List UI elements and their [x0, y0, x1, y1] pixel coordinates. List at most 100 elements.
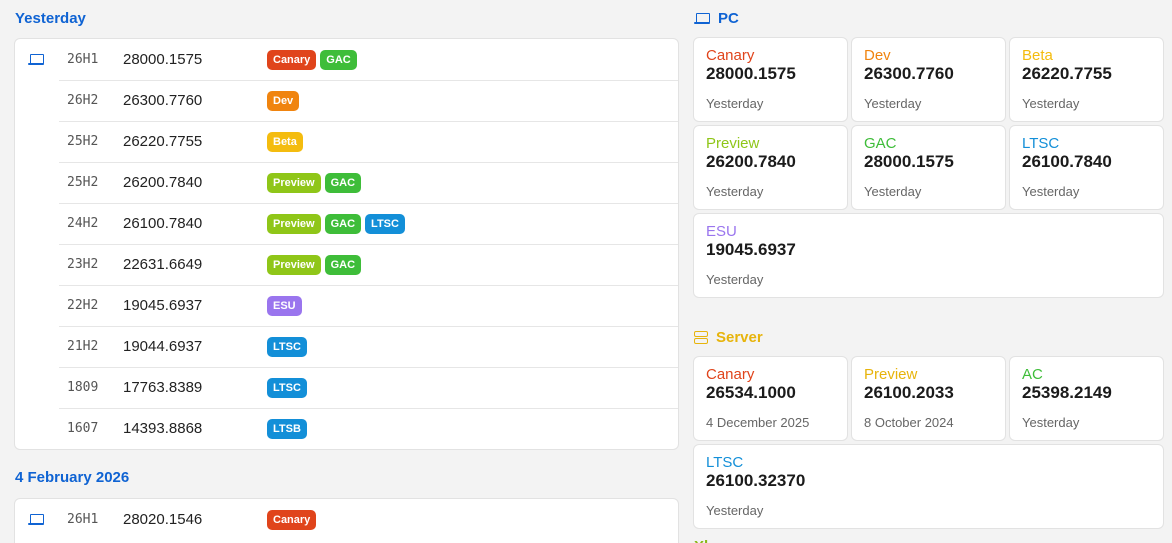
version-label: 23H2	[67, 257, 99, 272]
channel-tags: Beta	[267, 131, 303, 152]
tile-date: Yesterday	[706, 96, 764, 111]
channel-tag: LTSC	[365, 213, 405, 234]
build-number: 26300.7760	[123, 92, 203, 109]
tile-build-number: 25398.2149	[1022, 383, 1112, 402]
build-number: 19045.6937	[123, 297, 203, 314]
tile-channel-label: Preview	[864, 366, 918, 383]
channel-tile[interactable]: Preview 26100.2033 8 October 2024	[851, 356, 1006, 441]
server-icon	[694, 330, 708, 344]
version-label: 26H1	[67, 52, 99, 67]
release-row[interactable]: 26H2 26300.7760 Dev	[15, 80, 678, 121]
tile-channel-label: AC	[1022, 366, 1043, 383]
build-number: 28020.1546	[123, 511, 203, 528]
tile-date: Yesterday	[706, 503, 764, 518]
channel-tags: Canary	[267, 509, 317, 530]
release-row[interactable]: 26H1 28020.1546 Canary	[15, 499, 678, 540]
channel-tile[interactable]: Dev 26300.7760 Yesterday	[851, 37, 1006, 122]
channel-tile[interactable]: Canary 28000.1575 Yesterday	[693, 37, 848, 122]
tile-build-number: 26100.2033	[864, 383, 954, 402]
day-heading: Yesterday	[15, 10, 86, 27]
release-row[interactable]: 1809 17763.8389 LTSC	[15, 367, 678, 408]
channel-tag: Dev	[267, 90, 300, 111]
release-row[interactable]: 26H1 28000.1575 Canary GAC	[15, 39, 678, 80]
channel-tags: Dev	[267, 90, 300, 111]
build-number: 19044.6937	[123, 338, 203, 355]
tile-date: Yesterday	[706, 184, 764, 199]
channel-tag: LTSC	[267, 336, 307, 357]
channel-tags: Preview GAC	[267, 172, 362, 193]
channel-tag: Beta	[267, 131, 303, 152]
laptop-icon	[28, 53, 44, 66]
release-row[interactable]: 22H2 19045.6937 ESU	[15, 285, 678, 326]
channel-tag: GAC	[324, 172, 362, 193]
channel-tag: GAC	[324, 213, 362, 234]
tile-build-number: 19045.6937	[706, 240, 796, 259]
tile-build-number: 28000.1575	[864, 152, 954, 171]
tile-channel-label: Beta	[1022, 47, 1053, 64]
tile-date: Yesterday	[1022, 184, 1080, 199]
channel-tag: ESU	[267, 295, 302, 316]
build-number: 14393.8868	[123, 420, 203, 437]
tile-date: 4 December 2025	[706, 415, 810, 430]
version-label: 25H2	[67, 134, 99, 149]
release-row[interactable]: 25H2 26220.7755 Beta	[15, 121, 678, 162]
channel-tags: LTSB	[267, 418, 307, 439]
channel-tags: Preview GAC LTSC	[267, 213, 405, 234]
channel-tile[interactable]: LTSC 26100.7840 Yesterday	[1009, 125, 1164, 210]
tile-channel-label: LTSC	[1022, 135, 1060, 152]
build-number: 26200.7840	[123, 174, 203, 191]
tile-date: Yesterday	[706, 272, 764, 287]
tile-build-number: 26200.7840	[706, 152, 796, 171]
channel-tile[interactable]: ESU 19045.6937 Yesterday	[693, 213, 1164, 298]
tile-date: Yesterday	[864, 184, 922, 199]
release-row[interactable]: 23H2 22631.6649 Preview GAC	[15, 244, 678, 285]
tile-build-number: 26220.7755	[1022, 64, 1112, 83]
channel-tags: LTSC	[267, 336, 307, 357]
release-row[interactable]: 1607 14393.8868 LTSB	[15, 408, 678, 449]
pc-section-heading[interactable]: PC	[693, 0, 1165, 37]
channel-tag: GAC	[324, 254, 362, 275]
server-section-heading[interactable]: Server	[693, 318, 1165, 356]
row-icon-cell	[15, 53, 67, 66]
channel-tile[interactable]: GAC 28000.1575 Yesterday	[851, 125, 1006, 210]
channel-tags: Canary GAC	[267, 49, 357, 70]
tile-build-number: 26100.7840	[1022, 152, 1112, 171]
channel-tag: GAC	[320, 49, 357, 70]
version-label: 25H2	[67, 175, 99, 190]
channel-tags: LTSC	[267, 377, 307, 398]
tile-channel-label: Preview	[706, 135, 760, 152]
build-number: 17763.8389	[123, 379, 203, 396]
tile-build-number: 26100.32370	[706, 471, 806, 490]
channel-tile[interactable]: AC 25398.2149 Yesterday	[1009, 356, 1164, 441]
tile-channel-label: Canary	[706, 366, 755, 383]
release-card: 26H1 28000.1575 Canary GAC 26H2 26300.7760 Dev…	[14, 38, 679, 450]
release-row[interactable]: 25H2 26200.7840 Preview GAC	[15, 162, 678, 203]
channel-tile[interactable]: Preview 26200.7840 Yesterday	[693, 125, 848, 210]
version-label: 1809	[67, 380, 99, 395]
channel-tag: Preview	[267, 172, 321, 193]
channel-tile[interactable]: LTSC 26100.32370 Yesterday	[693, 444, 1164, 529]
channel-tile[interactable]: Beta 26220.7755 Yesterday	[1009, 37, 1164, 122]
channel-tag: Preview	[267, 254, 321, 275]
channel-tag: Canary	[267, 509, 317, 530]
channel-tags: Preview GAC	[267, 254, 362, 275]
build-number: 26100.7840	[123, 215, 203, 232]
channel-tile[interactable]: Canary 26534.1000 4 December 2025	[693, 356, 848, 441]
tile-build-number: 26534.1000	[706, 383, 796, 402]
release-row[interactable]: 21H2 19044.6937 LTSC	[15, 326, 678, 367]
build-number: 26220.7755	[123, 133, 203, 150]
channel-tag: LTSB	[267, 418, 307, 439]
tile-build-number: 28000.1575	[706, 64, 796, 83]
tile-channel-label: GAC	[864, 135, 897, 152]
channel-tags: ESU	[267, 295, 302, 316]
release-row[interactable]: 24H2 26100.7840 Preview GAC LTSC	[15, 203, 678, 244]
pc-section-title: PC	[718, 10, 739, 27]
version-label: 1607	[67, 421, 99, 436]
next-section-heading[interactable]: Xb	[694, 539, 713, 543]
tile-date: 8 October 2024	[864, 415, 954, 430]
build-number: 22631.6649	[123, 256, 203, 273]
channel-overview: PC Canary 28000.1575 Yesterday Dev 26300.776…	[693, 0, 1165, 529]
row-icon-cell	[15, 513, 67, 526]
release-card: 26H1 28020.1546 Canary	[14, 498, 679, 543]
version-label: 26H2	[67, 93, 99, 108]
